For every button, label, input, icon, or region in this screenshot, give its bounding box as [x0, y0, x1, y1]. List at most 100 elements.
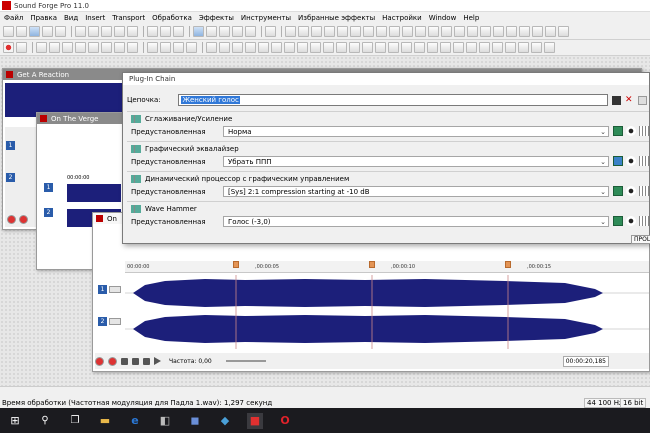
channel-2-label[interactable]: 2: [44, 208, 53, 217]
process-tool-13[interactable]: [441, 26, 452, 37]
plugin-button-10[interactable]: [323, 42, 334, 53]
menu-file[interactable]: Файл: [4, 14, 23, 22]
plugin-button-8[interactable]: [297, 42, 308, 53]
channel-2-control[interactable]: [109, 318, 121, 325]
render-button[interactable]: [55, 26, 66, 37]
delete-chain-icon[interactable]: ✕: [625, 95, 634, 105]
plugin-button-19[interactable]: [440, 42, 451, 53]
record-button[interactable]: [7, 215, 16, 224]
go-to-end-button[interactable]: [127, 42, 138, 53]
effect-settings-icon[interactable]: [639, 126, 649, 136]
channel-2-label[interactable]: 2: [6, 173, 15, 182]
go-to-start-button[interactable]: [88, 42, 99, 53]
plugin-button-23[interactable]: [492, 42, 503, 53]
event-tool-button[interactable]: [245, 26, 256, 37]
zoom-out-button[interactable]: [160, 42, 171, 53]
redo-button[interactable]: [160, 26, 171, 37]
process-button[interactable]: ПРОЦ: [631, 235, 650, 244]
plugin-button-21[interactable]: [466, 42, 477, 53]
repeat-button[interactable]: [173, 26, 184, 37]
opera-icon[interactable]: O: [277, 413, 293, 429]
preset-dropdown[interactable]: Убрать ППП ⌄: [223, 156, 609, 167]
folder-icon[interactable]: ◆: [217, 413, 233, 429]
mix-button[interactable]: [114, 26, 125, 37]
plugin-button-1[interactable]: [206, 42, 217, 53]
menu-favorites[interactable]: Избранные эффекты: [298, 14, 375, 22]
channel-1-label[interactable]: 1: [98, 285, 107, 294]
search-icon[interactable]: ⚲: [37, 413, 53, 429]
save-icon[interactable]: ◼: [187, 413, 203, 429]
plugin-button-13[interactable]: [362, 42, 373, 53]
rate-slider[interactable]: [225, 360, 266, 362]
save-preset-icon[interactable]: [613, 186, 623, 196]
menu-effects[interactable]: Эффекты: [199, 14, 234, 22]
save-preset-icon[interactable]: [613, 216, 623, 226]
process-tool-3[interactable]: [311, 26, 322, 37]
effect-settings-icon[interactable]: [639, 156, 649, 166]
forward-button[interactable]: [114, 42, 125, 53]
preset-dropdown[interactable]: Норма ⌄: [223, 126, 609, 137]
chain-name-input[interactable]: Женский голос: [178, 94, 608, 106]
menu-edit[interactable]: Правка: [30, 14, 57, 22]
process-tool-14[interactable]: [454, 26, 465, 37]
edit-tool-button[interactable]: [193, 26, 204, 37]
process-tool-1[interactable]: [285, 26, 296, 37]
plugin-button-26[interactable]: [531, 42, 542, 53]
zoom-selection-button[interactable]: [173, 42, 184, 53]
plugin-button-9[interactable]: [310, 42, 321, 53]
show-effect-icon[interactable]: [626, 216, 636, 226]
plugin-button-4[interactable]: [245, 42, 256, 53]
process-tool-10[interactable]: [402, 26, 413, 37]
process-tool-21[interactable]: [545, 26, 556, 37]
plugin-button-22[interactable]: [479, 42, 490, 53]
magnify-tool-button[interactable]: [206, 26, 217, 37]
process-tool-6[interactable]: [350, 26, 361, 37]
zoom-in-button[interactable]: [147, 42, 158, 53]
preset-dropdown[interactable]: Голос (-3,0) ⌄: [223, 216, 609, 227]
new-file-button[interactable]: [3, 26, 14, 37]
menu-tools[interactable]: Инструменты: [241, 14, 291, 22]
zoom-all-button[interactable]: [186, 42, 197, 53]
loop-button[interactable]: [16, 42, 27, 53]
channel-1-label[interactable]: 1: [6, 141, 15, 150]
plugin-button-24[interactable]: [505, 42, 516, 53]
time-ruler[interactable]: 00:00:00 ,00:00:05 ,00:00:10 ,00:00:15: [125, 261, 649, 273]
marker[interactable]: [369, 261, 375, 268]
preset-dropdown[interactable]: [Sys] 2:1 compression starting at -10 dB…: [223, 186, 609, 197]
process-tool-9[interactable]: [389, 26, 400, 37]
process-tool-4[interactable]: [324, 26, 335, 37]
menu-options[interactable]: Настройки: [382, 14, 422, 22]
loop-button[interactable]: [19, 215, 28, 224]
plugin-button-15[interactable]: [388, 42, 399, 53]
process-tool-16[interactable]: [480, 26, 491, 37]
plugin-button-5[interactable]: [258, 42, 269, 53]
play-button[interactable]: [154, 357, 161, 365]
plugin-button-17[interactable]: [414, 42, 425, 53]
record-button[interactable]: [3, 42, 14, 53]
show-effect-icon[interactable]: [626, 126, 636, 136]
marker[interactable]: [505, 261, 511, 268]
plugin-button-20[interactable]: [453, 42, 464, 53]
save-preset-icon[interactable]: [613, 126, 623, 136]
save-as-button[interactable]: [42, 26, 53, 37]
rewind-button[interactable]: [101, 42, 112, 53]
waveform[interactable]: [125, 275, 649, 349]
play-button[interactable]: [49, 42, 60, 53]
plugin-button-2[interactable]: [219, 42, 230, 53]
menu-window[interactable]: Window: [429, 14, 457, 22]
envelope-tool-button[interactable]: [232, 26, 243, 37]
process-tool-7[interactable]: [363, 26, 374, 37]
cut-button[interactable]: [75, 26, 86, 37]
process-tool-22[interactable]: [558, 26, 569, 37]
channel-2-label[interactable]: 2: [98, 317, 107, 326]
save-preset-icon[interactable]: [613, 156, 623, 166]
process-tool-19[interactable]: [519, 26, 530, 37]
plugin-button-7[interactable]: [284, 42, 295, 53]
waveform[interactable]: [67, 184, 121, 202]
effect-settings-icon[interactable]: [639, 186, 649, 196]
process-tool-8[interactable]: [376, 26, 387, 37]
taskview-icon[interactable]: ❐: [67, 413, 83, 429]
channel-1-label[interactable]: 1: [44, 183, 53, 192]
record-button[interactable]: [95, 356, 104, 366]
plugin-button-25[interactable]: [518, 42, 529, 53]
